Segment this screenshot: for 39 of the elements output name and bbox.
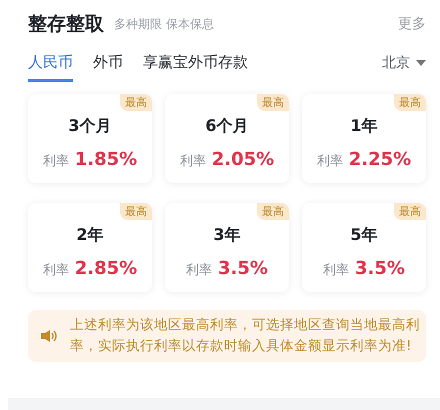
speaker-icon xyxy=(40,329,58,343)
highest-badge: 最高 xyxy=(394,94,426,111)
term-label: 5年 xyxy=(350,225,378,245)
term-label: 3个月 xyxy=(68,116,112,136)
highest-badge: 最高 xyxy=(394,203,426,220)
caret-icon xyxy=(416,60,426,66)
term-label: 3年 xyxy=(213,225,241,245)
rate-card[interactable]: 最高 2年 利率 2.85% xyxy=(28,203,152,292)
section-subtitle: 多种期限 保本保息 xyxy=(114,16,214,33)
rate-card[interactable]: 最高 5年 利率 3.5% xyxy=(302,203,426,292)
currency-tab[interactable]: 人民币 xyxy=(28,50,73,82)
rate-value: 1.85% xyxy=(74,148,138,172)
rate-label: 利率 xyxy=(180,153,206,171)
rate-label: 利率 xyxy=(323,262,350,280)
rate-card[interactable]: 最高 1年 利率 2.25% xyxy=(302,94,426,183)
rate-card[interactable]: 最高 6个月 利率 2.05% xyxy=(165,94,289,183)
rate-card[interactable]: 最高 3个月 利率 1.85% xyxy=(28,94,152,183)
highest-badge: 最高 xyxy=(257,94,289,111)
highest-badge: 最高 xyxy=(257,203,289,220)
rate-value: 2.05% xyxy=(212,148,274,172)
rate-value: 2.25% xyxy=(348,148,412,172)
section-title: 整存整取 xyxy=(28,12,104,37)
currency-tab[interactable]: 享赢宝外币存款 xyxy=(143,50,248,82)
highest-badge: 最高 xyxy=(120,94,152,111)
currency-tab[interactable]: 外币 xyxy=(93,50,123,82)
region-dropdown[interactable]: 北京 xyxy=(382,50,426,82)
rate-label: 利率 xyxy=(42,262,69,280)
rate-value: 3.5% xyxy=(355,257,405,281)
rate-value: 2.85% xyxy=(74,257,138,281)
term-label: 2年 xyxy=(76,225,104,245)
rate-value: 3.5% xyxy=(218,257,268,281)
rate-label: 利率 xyxy=(316,153,343,171)
rate-card[interactable]: 最高 3年 利率 3.5% xyxy=(165,203,289,292)
rate-label: 利率 xyxy=(42,153,69,171)
highest-badge: 最高 xyxy=(120,203,152,220)
term-label: 6个月 xyxy=(205,116,249,136)
rate-label: 利率 xyxy=(186,262,212,280)
term-label: 1年 xyxy=(350,116,378,136)
notice-text: 上述利率为该地区最高利率，可选择地区查询当地最高利率，实际执行利率以存款时输入具体金额显示利率为准! xyxy=(70,316,420,356)
